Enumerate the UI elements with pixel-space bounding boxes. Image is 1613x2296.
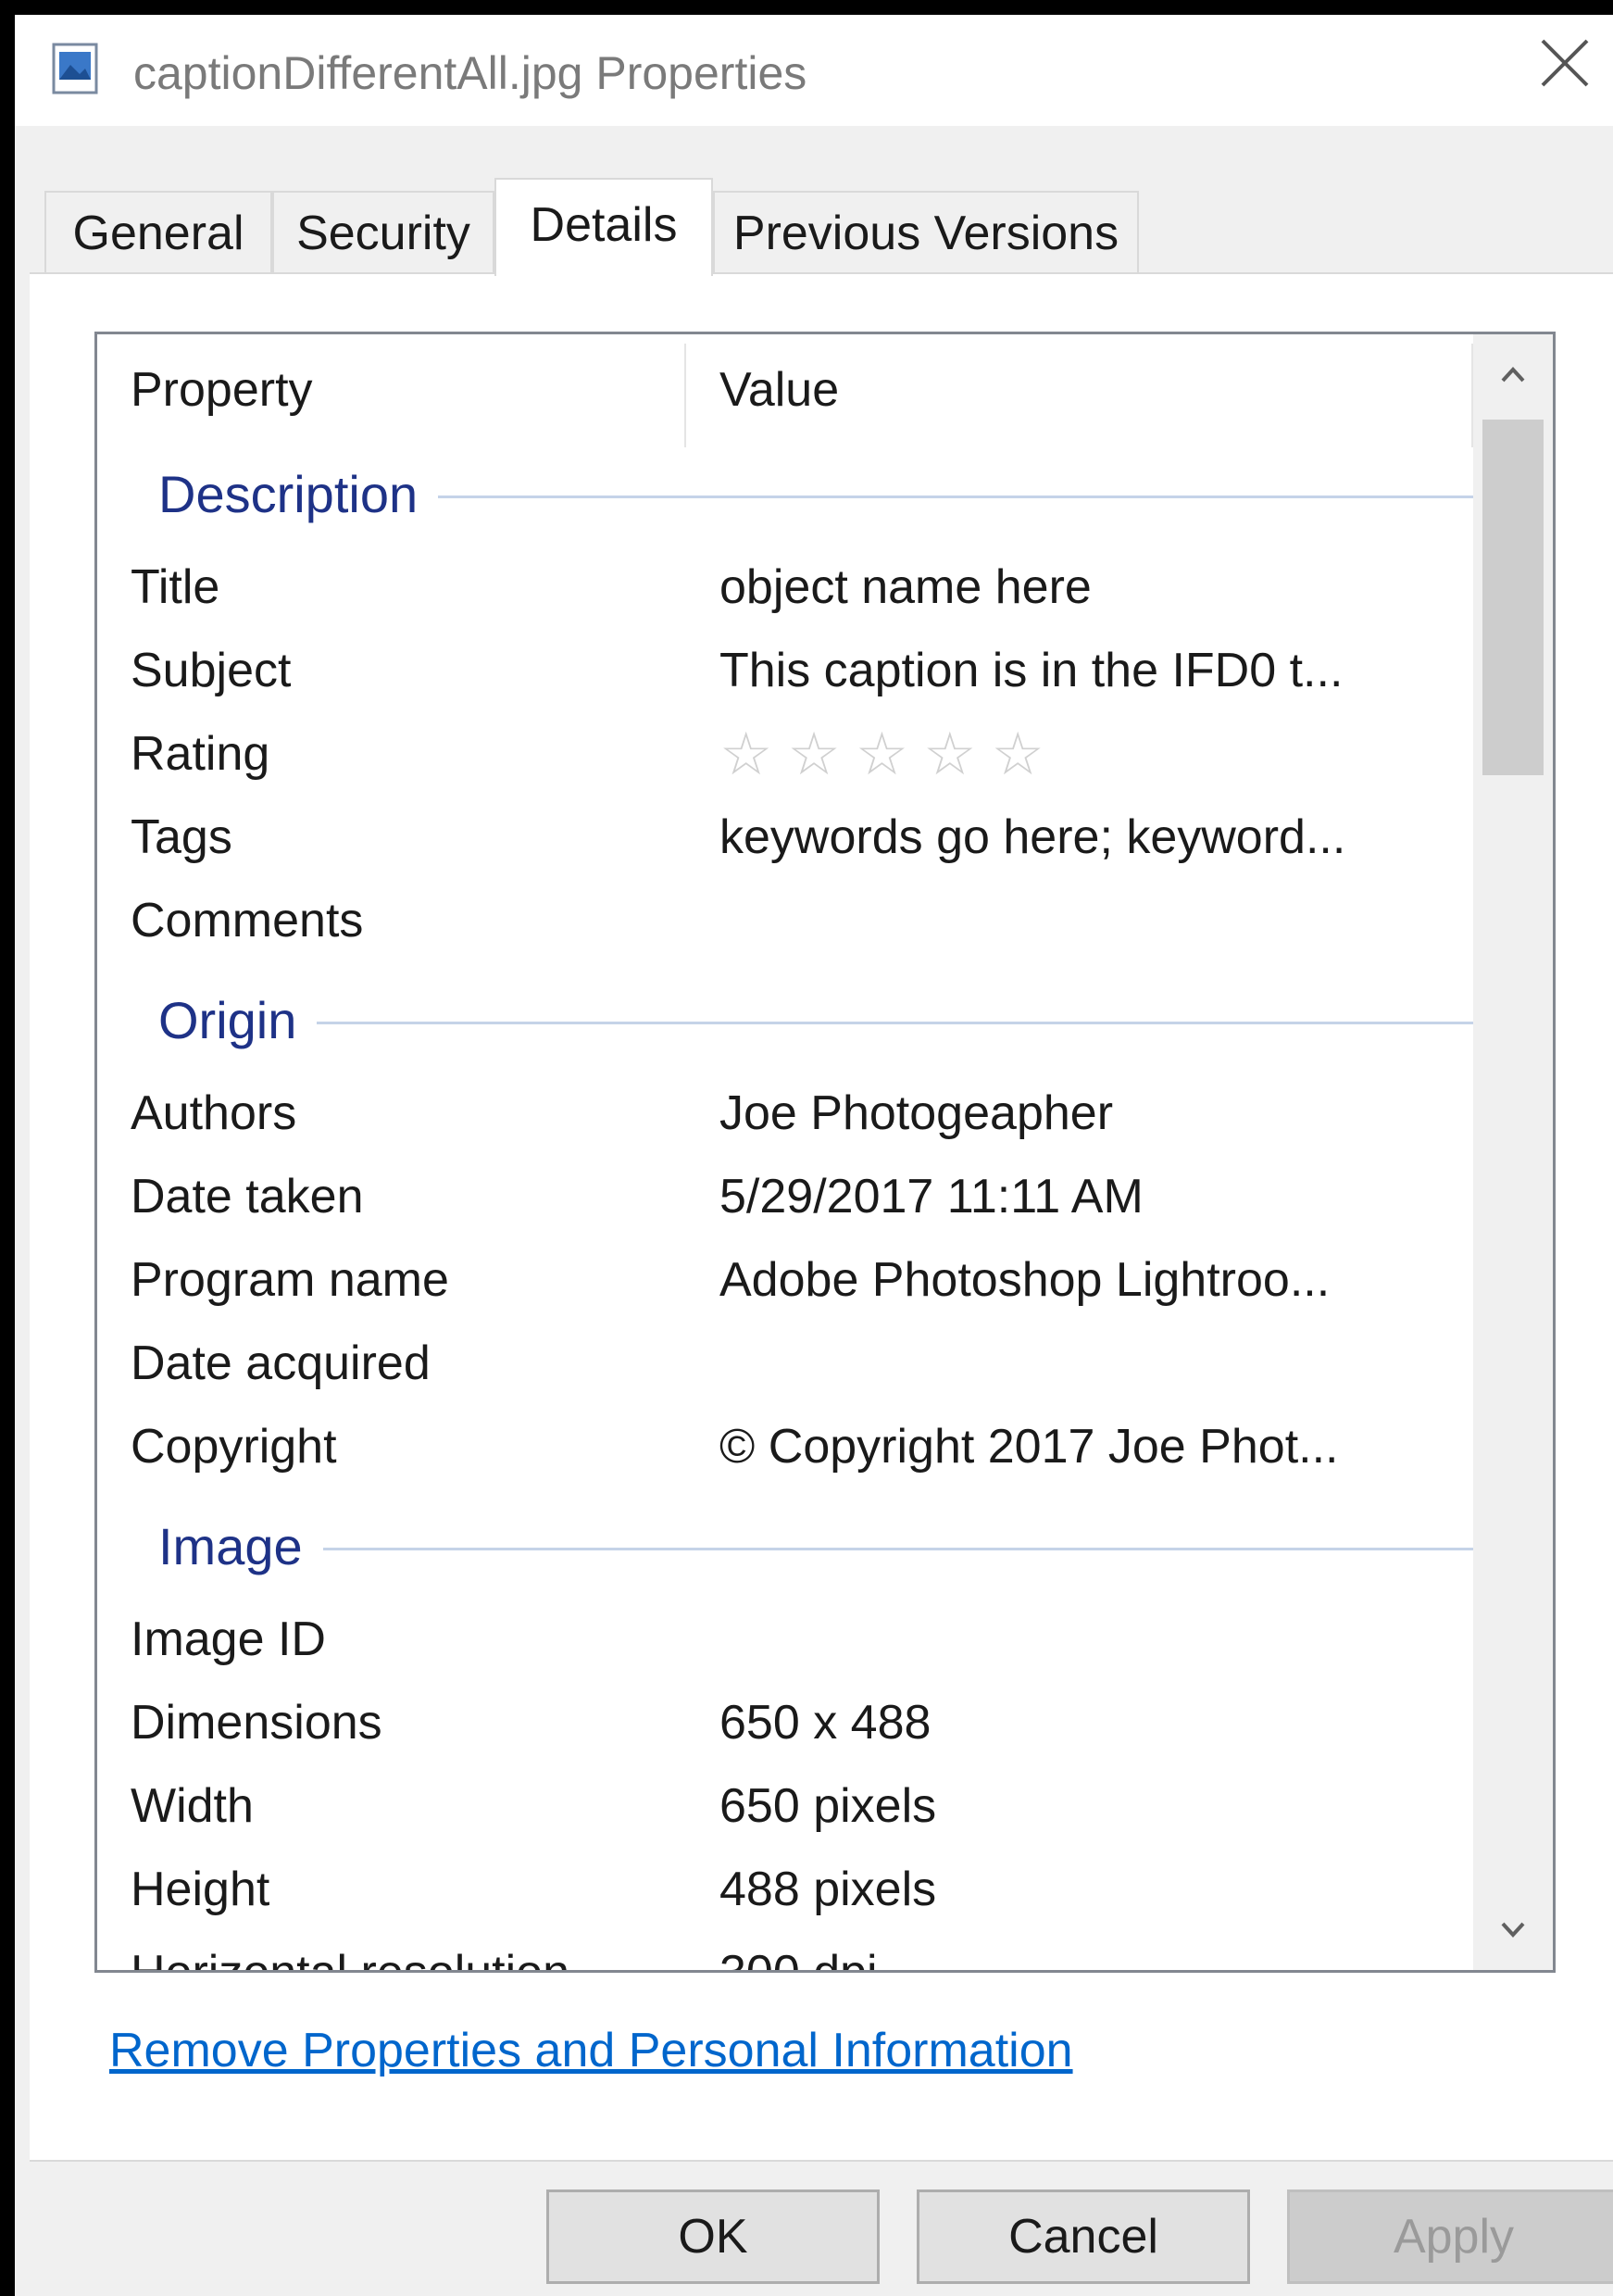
property-name: Dimensions	[131, 1696, 382, 1750]
chevron-down-icon	[1473, 1922, 1553, 1970]
property-value[interactable]: object name here	[719, 546, 1092, 629]
property-row-subject[interactable]: Subject This caption is in the IFD0 t...	[97, 629, 1477, 712]
property-row-dimensions[interactable]: Dimensions 650 x 488	[97, 1681, 1477, 1764]
property-row-rating[interactable]: Rating ☆ ☆ ☆ ☆ ☆	[97, 712, 1477, 796]
property-name: Authors	[131, 1086, 297, 1140]
star-icon[interactable]: ☆	[856, 724, 908, 784]
scrollbar-thumb[interactable]	[1482, 420, 1544, 775]
group-label: Description	[158, 453, 439, 536]
property-row-title[interactable]: Title object name here	[97, 546, 1477, 629]
property-name: Subject	[131, 644, 292, 697]
property-value[interactable]: 650 x 488	[719, 1681, 931, 1764]
property-row-horizontal-resolution[interactable]: Horizontal resolution 300 dpi	[97, 1931, 1477, 1973]
property-name: Height	[131, 1863, 270, 1916]
tab-strip: General Security Details Previous Versio…	[44, 178, 1613, 276]
property-row-authors[interactable]: Authors Joe Photogeapher	[97, 1072, 1477, 1155]
tab-previous-versions[interactable]: Previous Versions	[713, 191, 1139, 274]
property-row-image-id[interactable]: Image ID	[97, 1598, 1477, 1681]
tab-details[interactable]: Details	[494, 178, 713, 276]
property-name: Image ID	[131, 1612, 326, 1666]
column-header-property[interactable]: Property	[131, 334, 313, 445]
rating-stars[interactable]: ☆ ☆ ☆ ☆ ☆	[719, 712, 1044, 796]
property-name: Rating	[131, 727, 270, 781]
close-button[interactable]	[1511, 15, 1613, 126]
column-divider[interactable]	[684, 344, 686, 447]
tab-general[interactable]: General	[44, 191, 272, 274]
property-name: Width	[131, 1779, 254, 1833]
details-panel: Property Value Description Title object …	[30, 272, 1613, 2162]
properties-list[interactable]: Property Value Description Title object …	[94, 332, 1556, 1973]
scroll-up-button[interactable]	[1473, 334, 1553, 414]
property-row-tags[interactable]: Tags keywords go here; keyword...	[97, 796, 1477, 879]
property-name: Comments	[131, 894, 364, 947]
column-header-row: Property Value	[97, 334, 1477, 447]
star-icon[interactable]: ☆	[719, 724, 772, 784]
star-icon[interactable]: ☆	[923, 724, 976, 784]
property-name: Date taken	[131, 1170, 364, 1223]
group-divider-line	[158, 1022, 1477, 1024]
group-label: Origin	[158, 979, 318, 1062]
ok-button[interactable]: OK	[546, 2189, 880, 2284]
group-header-description: Description	[97, 453, 1477, 536]
remove-properties-link[interactable]: Remove Properties and Personal Informati…	[109, 2023, 1073, 2078]
property-row-date-taken[interactable]: Date taken 5/29/2017 11:11 AM	[97, 1155, 1477, 1238]
property-name: Copyright	[131, 1420, 337, 1474]
group-header-image: Image	[97, 1505, 1477, 1588]
property-value[interactable]: 5/29/2017 11:11 AM	[719, 1155, 1144, 1238]
property-value[interactable]: keywords go here; keyword...	[719, 796, 1345, 879]
chevron-up-icon	[1473, 367, 1553, 418]
property-row-date-acquired[interactable]: Date acquired	[97, 1322, 1477, 1405]
property-value[interactable]: Joe Photogeapher	[719, 1072, 1113, 1155]
property-value[interactable]: 300 dpi	[719, 1931, 878, 1970]
scroll-down-button[interactable]	[1473, 1890, 1553, 1970]
star-icon[interactable]: ☆	[787, 724, 840, 784]
property-name: Tags	[131, 810, 232, 864]
window-title: captionDifferentAll.jpg Properties	[133, 47, 807, 99]
title-bar: captionDifferentAll.jpg Properties	[15, 15, 1613, 126]
apply-button[interactable]: Apply	[1287, 2189, 1613, 2284]
group-divider-line	[158, 1548, 1477, 1550]
property-name: Title	[131, 560, 220, 614]
property-value[interactable]: © Copyright 2017 Joe Phot...	[719, 1405, 1338, 1488]
vertical-scrollbar[interactable]	[1473, 334, 1553, 1970]
properties-dialog: captionDifferentAll.jpg Properties Gener…	[15, 15, 1613, 2296]
property-value[interactable]: Adobe Photoshop Lightroo...	[719, 1238, 1330, 1322]
tab-security[interactable]: Security	[272, 191, 494, 274]
group-label: Image	[158, 1505, 323, 1588]
property-name: Horizontal resolution	[131, 1946, 570, 1973]
property-value[interactable]: This caption is in the IFD0 t...	[719, 629, 1343, 712]
property-value[interactable]: 650 pixels	[719, 1764, 936, 1848]
property-row-height[interactable]: Height 488 pixels	[97, 1848, 1477, 1931]
image-file-icon	[52, 43, 98, 94]
cancel-button[interactable]: Cancel	[917, 2189, 1250, 2284]
property-row-copyright[interactable]: Copyright © Copyright 2017 Joe Phot...	[97, 1405, 1477, 1488]
star-icon[interactable]: ☆	[992, 724, 1044, 784]
property-name: Date acquired	[131, 1336, 431, 1390]
property-row-program-name[interactable]: Program name Adobe Photoshop Lightroo...	[97, 1238, 1477, 1322]
property-row-comments[interactable]: Comments	[97, 879, 1477, 962]
column-header-value[interactable]: Value	[719, 334, 839, 445]
property-row-width[interactable]: Width 650 pixels	[97, 1764, 1477, 1848]
close-icon	[1511, 39, 1613, 130]
property-value[interactable]: 488 pixels	[719, 1848, 936, 1931]
group-header-origin: Origin	[97, 979, 1477, 1062]
property-name: Program name	[131, 1253, 449, 1307]
